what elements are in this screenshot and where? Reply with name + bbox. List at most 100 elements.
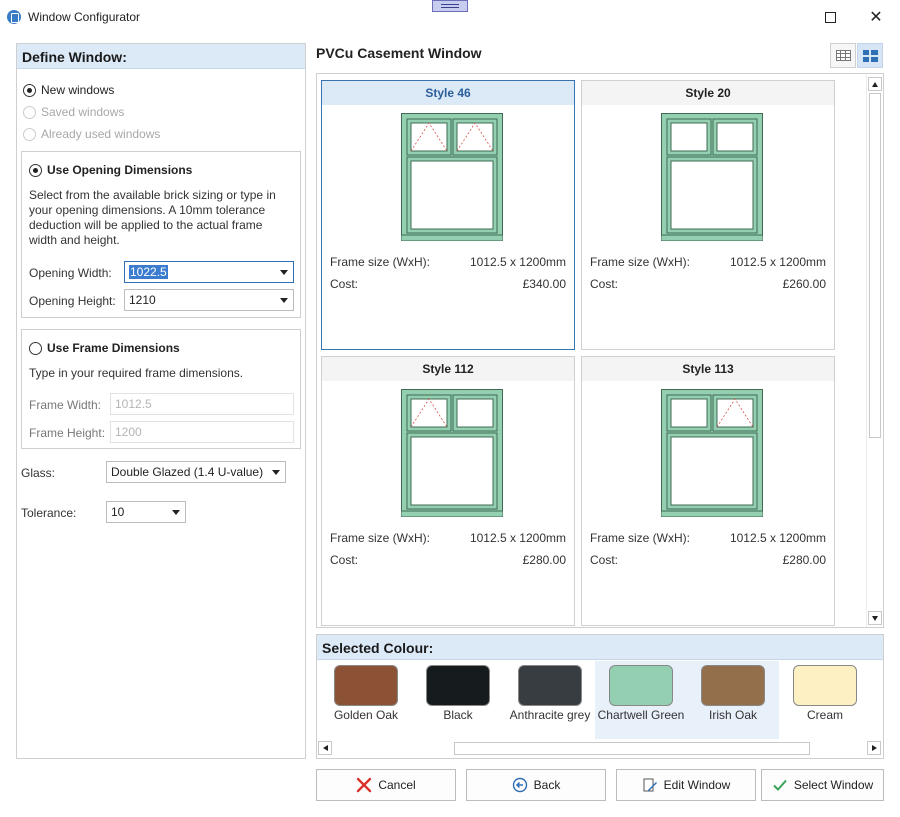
checkmark-icon (773, 779, 787, 791)
colour-option[interactable]: Golden Oak (320, 661, 412, 739)
cancel-label: Cancel (378, 778, 416, 792)
close-icon: ✕ (869, 9, 883, 26)
use-frame-dimensions-option[interactable]: Use Frame Dimensions (29, 341, 180, 355)
define-window-header: Define Window: (17, 44, 305, 69)
colour-label: Anthracite grey (509, 708, 591, 722)
style-name: Style 113 (582, 357, 834, 381)
back-label: Back (533, 778, 561, 792)
radio-icon (23, 105, 36, 119)
chevron-down-icon (272, 470, 280, 475)
style-card[interactable]: Style 20 Frame size (WxH): 1012.5 x 1200m… (581, 80, 835, 350)
source-new-windows[interactable]: New windows (23, 83, 114, 97)
colour-swatch (334, 665, 398, 706)
scroll-thumb[interactable] (454, 742, 810, 755)
window-style-image (661, 389, 763, 517)
arrow-down-icon (872, 615, 878, 621)
arrow-right-icon (871, 745, 877, 751)
drag-grip-handle[interactable] (432, 0, 468, 12)
radio-icon[interactable] (29, 163, 42, 177)
colour-swatch (518, 665, 582, 706)
frame-size-row: Frame size (WxH): 1012.5 x 1200mm (330, 531, 566, 545)
radio-icon (23, 127, 36, 141)
scroll-right-button[interactable] (867, 741, 881, 755)
source-label: New windows (41, 83, 115, 97)
tolerance-value: 10 (111, 505, 125, 519)
arrow-up-icon (872, 81, 878, 87)
colour-swatch (609, 665, 673, 706)
chevron-down-icon (280, 270, 288, 275)
maximize-icon (824, 11, 836, 23)
frame-height-label: Frame Height: (29, 426, 106, 440)
cancel-button[interactable]: Cancel (316, 769, 456, 801)
colour-swatch (701, 665, 765, 706)
colour-label: Black (443, 708, 473, 722)
opening-group-title: Use Opening Dimensions (47, 163, 193, 177)
tile-view-icon (862, 49, 878, 62)
edit-icon (643, 778, 657, 792)
gallery-vertical-scrollbar[interactable] (866, 75, 882, 627)
cancel-x-icon (357, 777, 372, 793)
arrow-left-icon (322, 745, 328, 751)
colour-option[interactable]: Irish Oak (687, 661, 779, 739)
style-name: Style 112 (322, 357, 574, 381)
frame-width-label: Frame Width: (29, 398, 102, 412)
colour-option[interactable]: Chartwell Green (595, 661, 687, 739)
cost-row: Cost: £280.00 (330, 553, 566, 567)
source-label: Already used windows (41, 127, 161, 141)
frame-size-row: Frame size (WxH): 1012.5 x 1200mm (590, 531, 826, 545)
opening-height-combo[interactable]: 1210 (124, 289, 294, 311)
frame-size-row: Frame size (WxH): 1012.5 x 1200mm (590, 255, 826, 269)
opening-width-combo[interactable]: 1022.5 (124, 261, 294, 283)
frame-size-row: Frame size (WxH): 1012.5 x 1200mm (330, 255, 566, 269)
cost-row: Cost: £340.00 (330, 277, 566, 291)
scroll-thumb[interactable] (869, 93, 881, 438)
style-card[interactable]: Style 113 Frame size (WxH): 1012.5 x 1200… (581, 356, 835, 626)
opening-width-value: 1022.5 (129, 265, 168, 279)
maximize-button[interactable] (818, 6, 842, 28)
radio-icon[interactable] (23, 83, 36, 97)
style-card[interactable]: Style 112 Frame size (WxH): 1012.5 x 1200… (321, 356, 575, 626)
close-button[interactable]: ✕ (864, 6, 888, 28)
opening-dimensions-group: Use Opening Dimensions Select from the a… (21, 151, 301, 318)
style-card[interactable]: Style 46 Frame size (WxH): 1012.5 x 1200m… (321, 80, 575, 350)
colour-label: Irish Oak (708, 708, 757, 722)
tolerance-label: Tolerance: (21, 506, 77, 520)
window-style-image (401, 113, 503, 241)
tolerance-combo[interactable]: 10 (106, 501, 186, 523)
edit-window-button[interactable]: Edit Window (616, 769, 756, 801)
cost-row: Cost: £260.00 (590, 277, 826, 291)
frame-height-input[interactable]: 1200 (110, 421, 294, 443)
scroll-up-button[interactable] (868, 77, 882, 91)
define-window-panel: Define Window: New windows Saved windows… (16, 43, 306, 759)
back-button[interactable]: Back (466, 769, 606, 801)
radio-icon[interactable] (29, 341, 42, 355)
window-title: Window Configurator (28, 10, 141, 24)
frame-dimensions-group: Use Frame Dimensions Type in your requir… (21, 329, 301, 449)
frame-width-input[interactable]: 1012.5 (110, 393, 294, 415)
title-bar: Window Configurator ✕ (0, 0, 900, 34)
select-window-label: Select Window (793, 778, 874, 792)
scroll-down-button[interactable] (868, 611, 882, 625)
glass-value: Double Glazed (1.4 U-value) (111, 465, 264, 479)
cost-row: Cost: £280.00 (590, 553, 826, 567)
colour-horizontal-scrollbar[interactable] (318, 741, 882, 757)
colour-swatch (793, 665, 857, 706)
use-opening-dimensions-option[interactable]: Use Opening Dimensions (29, 163, 192, 177)
colour-label: Cream (806, 708, 843, 722)
chevron-down-icon (172, 510, 180, 515)
app-icon (7, 10, 21, 24)
colour-option[interactable]: Cream (779, 661, 871, 739)
chevron-down-icon (280, 298, 288, 303)
glass-combo[interactable]: Double Glazed (1.4 U-value) (106, 461, 286, 483)
tile-view-button[interactable] (857, 43, 883, 68)
colour-option[interactable]: Black (412, 661, 504, 739)
grid-view-button[interactable] (830, 43, 856, 68)
frame-help-text: Type in your required frame dimensions. (29, 366, 244, 380)
select-window-button[interactable]: Select Window (761, 769, 884, 801)
scroll-left-button[interactable] (318, 741, 332, 755)
opening-help-text: Select from the available brick sizing o… (29, 188, 276, 247)
colour-swatch (426, 665, 490, 706)
style-name: Style 46 (322, 81, 574, 105)
source-saved-windows: Saved windows (23, 105, 124, 119)
colour-option[interactable]: Anthracite grey (504, 661, 596, 739)
